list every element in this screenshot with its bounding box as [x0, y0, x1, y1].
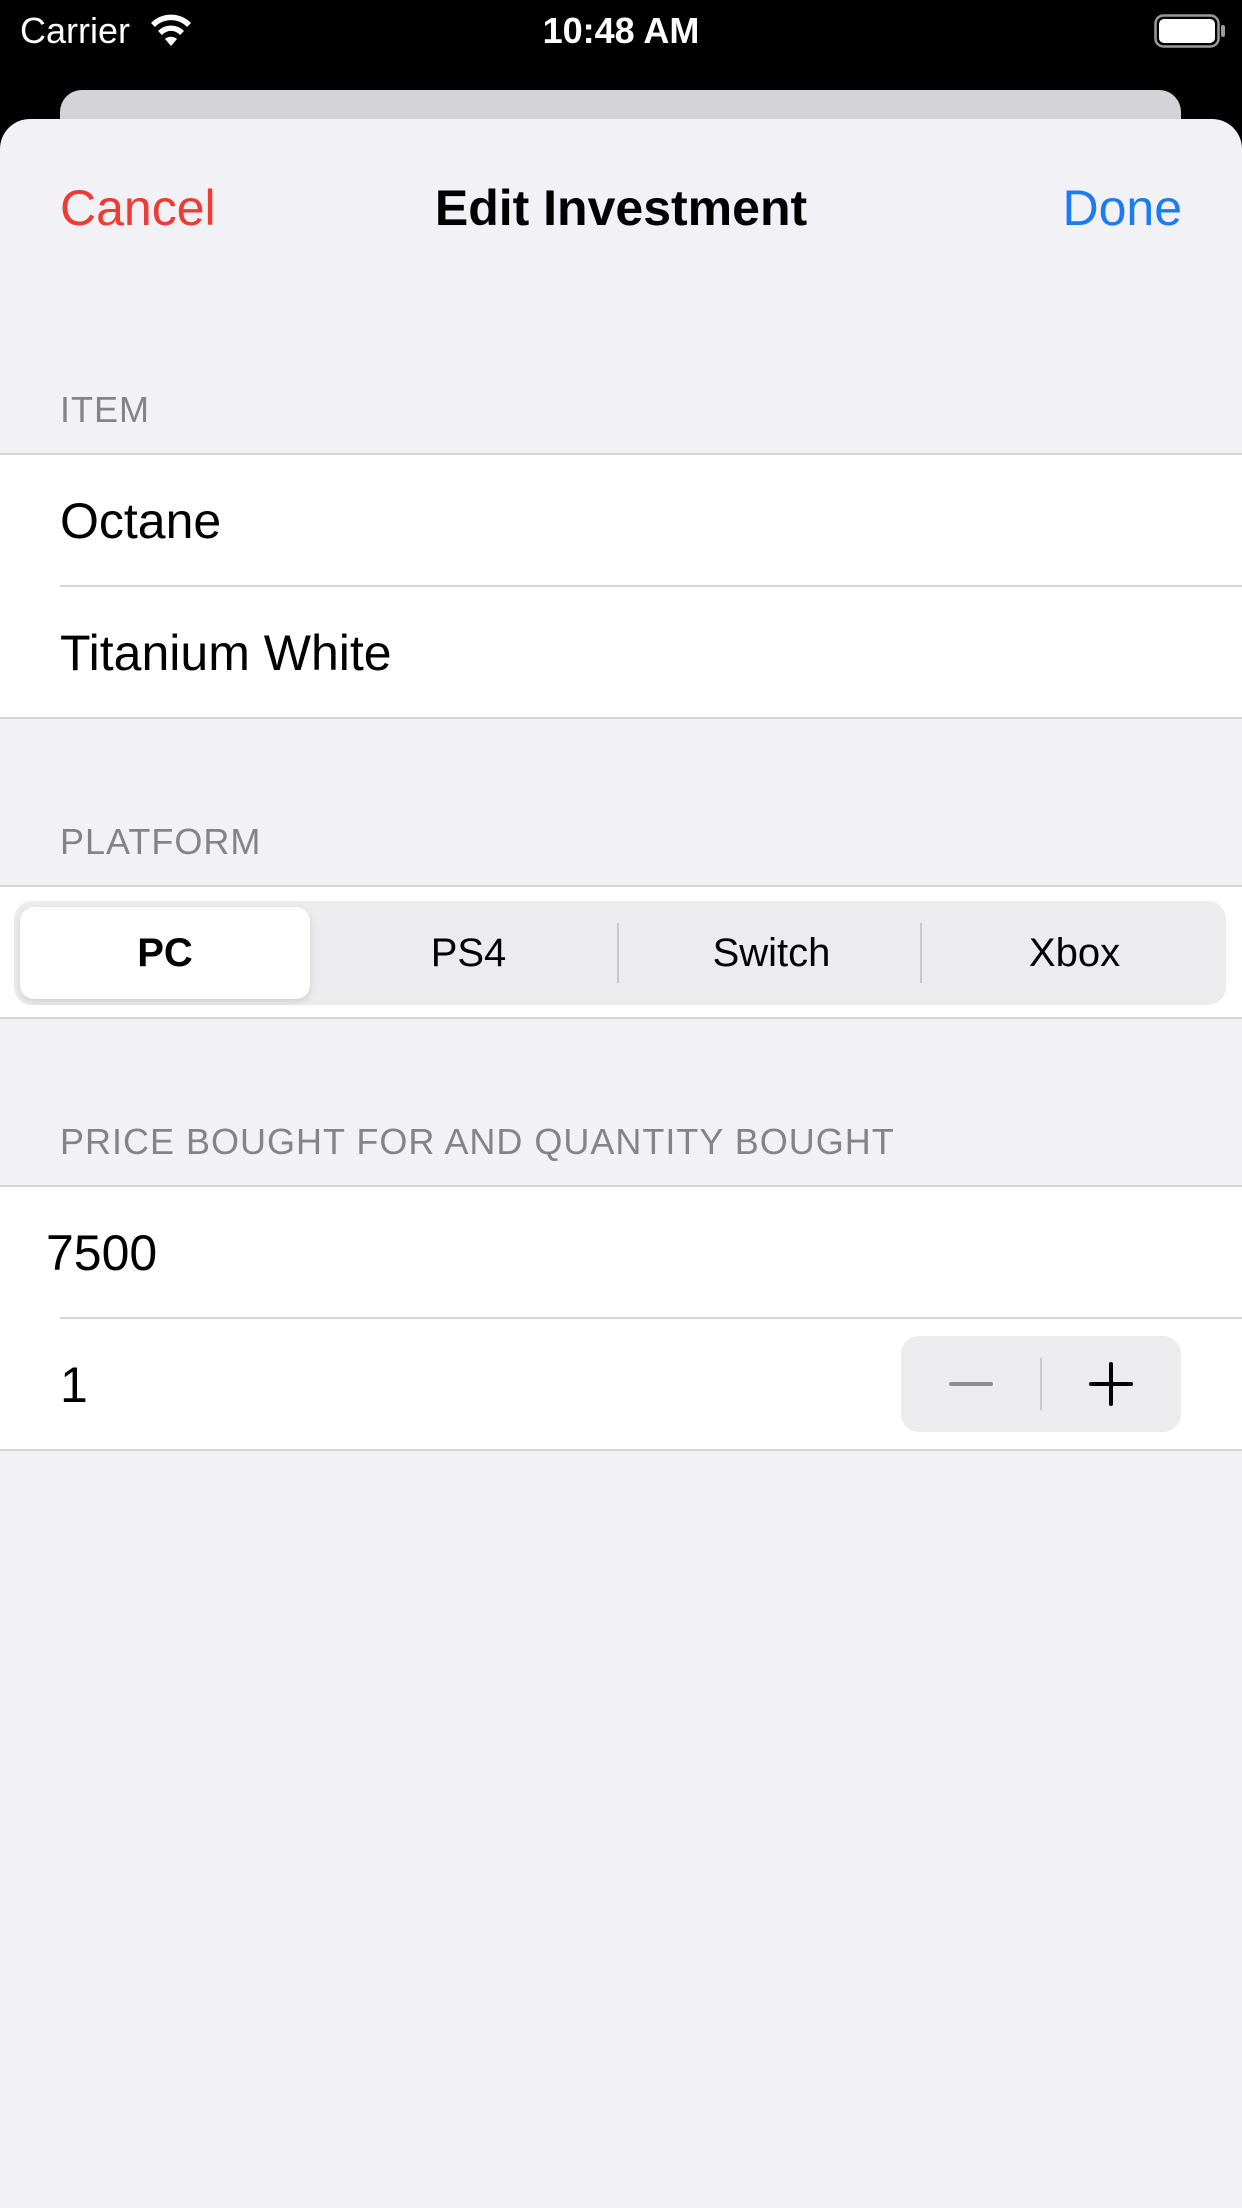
price-field[interactable]: 7500	[0, 1187, 1242, 1318]
platform-segmented-control: PC PS4 Switch Xbox	[14, 901, 1226, 1005]
item-section-header: ITEM	[60, 389, 150, 430]
increment-button[interactable]	[1041, 1336, 1181, 1432]
segment-xbox[interactable]: Xbox	[923, 901, 1226, 1005]
status-bar: Carrier 10:48 AM	[0, 0, 1242, 64]
segment-switch[interactable]: Switch	[620, 901, 923, 1005]
plus-icon	[1089, 1362, 1133, 1406]
quantity-value: 1	[60, 1356, 88, 1413]
item-group: Octane Titanium White	[0, 453, 1242, 719]
platform-group: PC PS4 Switch Xbox	[0, 885, 1242, 1019]
minus-icon	[949, 1382, 993, 1386]
item-name-field[interactable]: Octane	[0, 455, 1242, 586]
decrement-button[interactable]	[901, 1336, 1041, 1432]
done-button[interactable]: Done	[1062, 179, 1182, 237]
platform-section-header: PLATFORM	[60, 821, 262, 862]
edit-investment-sheet: Cancel Edit Investment Done ITEM Octane …	[0, 119, 1242, 2208]
price-group: 7500 1	[0, 1185, 1242, 1451]
segment-divider	[617, 923, 619, 983]
cancel-button[interactable]: Cancel	[60, 179, 216, 237]
status-time: 10:48 AM	[542, 10, 700, 51]
quantity-stepper	[901, 1336, 1181, 1432]
battery-icon	[1154, 14, 1225, 48]
segment-pc[interactable]: PC	[20, 907, 310, 999]
item-paint-field[interactable]: Titanium White	[0, 587, 1242, 718]
price-section-header: PRICE BOUGHT FOR AND QUANTITY BOUGHT	[60, 1121, 895, 1162]
segment-divider	[920, 923, 922, 983]
quantity-row: 1	[0, 1319, 1242, 1450]
segment-ps4[interactable]: PS4	[317, 901, 620, 1005]
